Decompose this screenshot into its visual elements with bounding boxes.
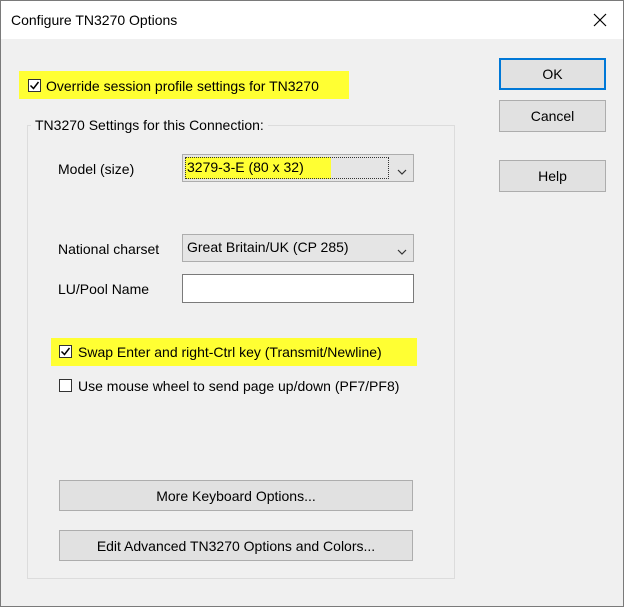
charset-select[interactable]: Great Britain/UK (CP 285) — [182, 234, 414, 262]
override-checkbox[interactable] — [28, 79, 41, 92]
more-keyboard-options-button[interactable]: More Keyboard Options... — [59, 480, 413, 511]
group-title: TN3270 Settings for this Connection: — [31, 117, 268, 133]
title-bar: Configure TN3270 Options — [1, 1, 623, 39]
ok-button[interactable]: OK — [499, 58, 606, 90]
checkmark-icon — [60, 347, 71, 356]
charset-label: National charset — [58, 241, 160, 257]
close-button[interactable] — [577, 1, 623, 39]
charset-value: Great Britain/UK (CP 285) — [187, 239, 349, 255]
override-label: Override session profile settings for TN… — [46, 78, 319, 94]
swap-label: Swap Enter and right-Ctrl key (Transmit/… — [78, 344, 382, 360]
swap-checkbox[interactable] — [59, 345, 72, 358]
dialog-window: Configure TN3270 Options Override sessio… — [0, 0, 624, 607]
model-select[interactable]: 3279-3-E (80 x 32) — [182, 154, 414, 182]
lupool-label: LU/Pool Name — [58, 281, 150, 297]
window-title: Configure TN3270 Options — [11, 12, 178, 28]
checkmark-icon — [29, 81, 40, 90]
model-value: 3279-3-E (80 x 32) — [187, 159, 304, 175]
help-button[interactable]: Help — [499, 160, 606, 192]
lupool-input[interactable] — [182, 274, 414, 303]
chevron-down-icon — [397, 163, 407, 179]
cancel-button[interactable]: Cancel — [499, 100, 606, 132]
model-label: Model (size) — [58, 161, 135, 177]
edit-advanced-options-button[interactable]: Edit Advanced TN3270 Options and Colors.… — [59, 530, 413, 561]
close-icon — [593, 13, 607, 27]
mousewheel-label: Use mouse wheel to send page up/down (PF… — [78, 378, 400, 394]
mousewheel-checkbox[interactable] — [59, 379, 72, 392]
chevron-down-icon — [397, 243, 407, 259]
